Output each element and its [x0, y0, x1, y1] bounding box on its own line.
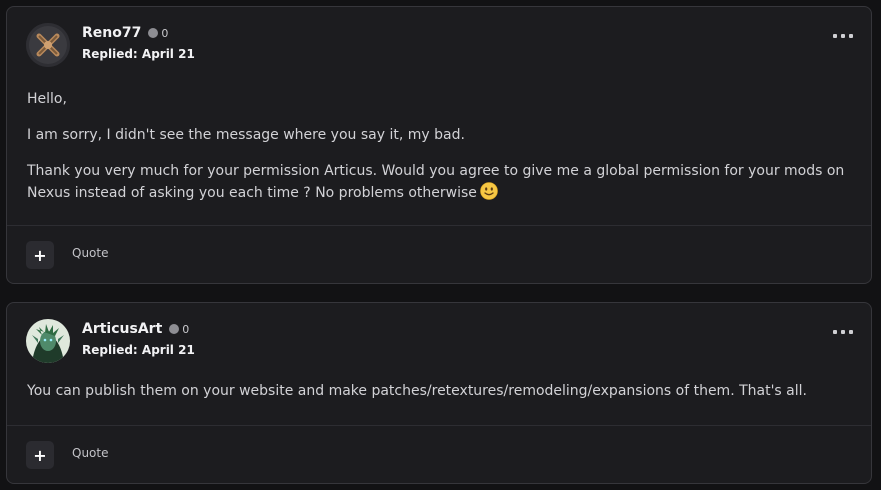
reputation-badge: 0 [148, 27, 168, 40]
post-card: ArticusArt 0 Replied: April 21 You can p… [6, 302, 872, 484]
status-dot-icon [169, 324, 180, 334]
username-link[interactable]: Reno77 [82, 25, 141, 41]
user-line: Reno77 0 [82, 25, 168, 41]
more-dots-icon[interactable] [833, 30, 853, 42]
add-reaction-button[interactable]: + [26, 441, 54, 469]
username-link[interactable]: ArticusArt [82, 321, 162, 337]
post-paragraph-text: Thank you very much for your permission … [27, 163, 845, 201]
post-paragraph: I am sorry, I didn't see the message whe… [27, 127, 465, 143]
status-dot-icon [148, 28, 159, 38]
post-footer: + Quote [7, 425, 871, 483]
quote-button[interactable]: Quote [72, 246, 108, 260]
post-header: ArticusArt 0 Replied: April 21 [26, 318, 856, 364]
post-paragraph: Thank you very much for your permission … [27, 160, 851, 204]
user-line: ArticusArt 0 [82, 321, 189, 337]
post-body: You can publish them on your website and… [27, 380, 851, 416]
post-paragraph: You can publish them on your website and… [27, 383, 807, 399]
replied-date: Replied: April 21 [82, 343, 195, 357]
post-body: Hello, I am sorry, I didn't see the mess… [27, 88, 851, 218]
replied-date: Replied: April 21 [82, 47, 195, 61]
more-dots-icon[interactable] [833, 326, 853, 338]
reputation-count: 0 [161, 26, 169, 40]
slightly-smiling-face-emoji [480, 182, 498, 200]
avatar[interactable] [26, 319, 70, 363]
reputation-count: 0 [182, 322, 190, 336]
reputation-badge: 0 [169, 323, 189, 336]
post-card: Reno77 0 Replied: April 21 Hello, I am s… [6, 6, 872, 284]
post-header: Reno77 0 Replied: April 21 [26, 22, 856, 68]
post-footer: + Quote [7, 225, 871, 283]
avatar[interactable] [26, 23, 70, 67]
quote-button[interactable]: Quote [72, 446, 108, 460]
add-reaction-button[interactable]: + [26, 241, 54, 269]
post-paragraph: Hello, [27, 91, 67, 107]
